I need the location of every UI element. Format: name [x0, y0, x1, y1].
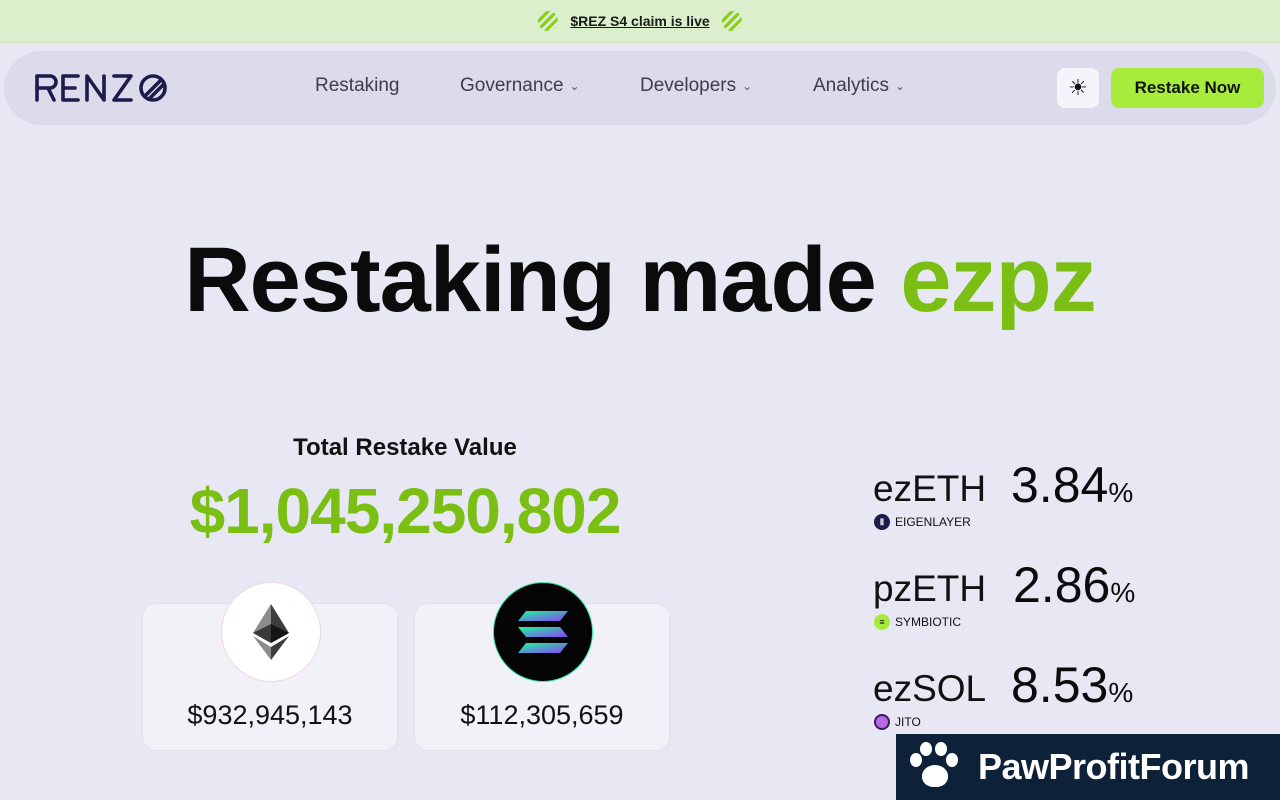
apr-token: pzETH [873, 568, 987, 609]
apr-provider: JITO [874, 714, 921, 730]
apr-token: ezETH [873, 468, 987, 509]
top-navbar: Restaking Governance ⌄ Developers ⌄ Anal… [4, 51, 1276, 125]
watermark: PawProfitForum [896, 734, 1280, 800]
apr-value: 8.53% [1011, 656, 1133, 714]
sun-icon: ☀ [1068, 75, 1088, 101]
apr-token: ezSOL [873, 668, 987, 709]
nav-developers-label: Developers [640, 75, 737, 96]
sol-amount: $112,305,659 [460, 700, 624, 730]
renzo-logo-icon [35, 74, 167, 102]
apr-provider-label: EIGENLAYER [895, 515, 971, 529]
eigenlayer-icon: Ⅱ [874, 514, 890, 530]
banner-link[interactable]: $REZ S4 claim is live [570, 13, 709, 29]
chevron-down-icon: ⌄ [895, 79, 906, 93]
nav-analytics-label: Analytics [813, 75, 890, 96]
solana-icon [493, 582, 593, 682]
apr-value-number: 3.84 [1011, 457, 1109, 513]
tvl-label: Total Restake Value [293, 434, 517, 461]
nav-restaking-label: Restaking [315, 75, 400, 96]
apr-provider: ≡ SYMBIOTIC [874, 614, 961, 630]
nav-developers[interactable]: Developers ⌄ [640, 75, 752, 97]
chevron-down-icon: ⌄ [569, 79, 580, 93]
nav-restaking[interactable]: Restaking [315, 75, 400, 97]
nav-analytics[interactable]: Analytics ⌄ [813, 75, 905, 97]
restake-now-button[interactable]: Restake Now [1111, 68, 1264, 108]
announcement-banner: $REZ S4 claim is live [0, 0, 1280, 43]
apr-value: 2.86% [1013, 556, 1135, 614]
eth-asset-card: $932,945,143 [142, 582, 398, 751]
nav-governance-label: Governance [460, 75, 564, 96]
renzo-logo[interactable] [34, 71, 168, 105]
hero-title-accent: ezpz [900, 229, 1096, 331]
nav-governance[interactable]: Governance ⌄ [460, 75, 580, 97]
apr-row-pzeth: pzETH 2.86% ≡ SYMBIOTIC [873, 556, 1153, 638]
watermark-text: PawProfitForum [978, 746, 1250, 787]
chevron-down-icon: ⌄ [742, 79, 753, 93]
apr-value-number: 8.53 [1011, 657, 1109, 713]
apr-provider-label: SYMBIOTIC [895, 615, 962, 629]
apr-value-number: 2.86 [1013, 557, 1111, 613]
apr-provider: Ⅱ EIGENLAYER [874, 514, 971, 530]
eth-amount: $932,945,143 [187, 700, 353, 730]
sol-asset-card: $112,305,659 [414, 582, 670, 751]
apr-provider-label: JITO [895, 715, 921, 729]
apr-row-ezeth: ezETH 3.84% Ⅱ EIGENLAYER [873, 456, 1153, 538]
apr-unit: % [1110, 577, 1136, 608]
apr-unit: % [1108, 477, 1134, 508]
ethereum-icon [221, 582, 321, 682]
stripe-icon [538, 11, 559, 31]
stripe-icon [721, 11, 742, 31]
apr-unit: % [1108, 677, 1134, 708]
jito-icon [874, 714, 890, 730]
apr-row-ezsol: ezSOL 8.53% JITO [873, 656, 1153, 738]
hero-title-main: Restaking made [184, 229, 877, 331]
paw-icon [908, 741, 960, 793]
tvl-value: $1,045,250,802 [189, 475, 622, 547]
apr-value: 3.84% [1011, 456, 1133, 514]
hero-title: Restaking made ezpz [0, 228, 1280, 333]
symbiotic-icon: ≡ [874, 614, 890, 630]
theme-toggle-button[interactable]: ☀ [1057, 68, 1099, 108]
